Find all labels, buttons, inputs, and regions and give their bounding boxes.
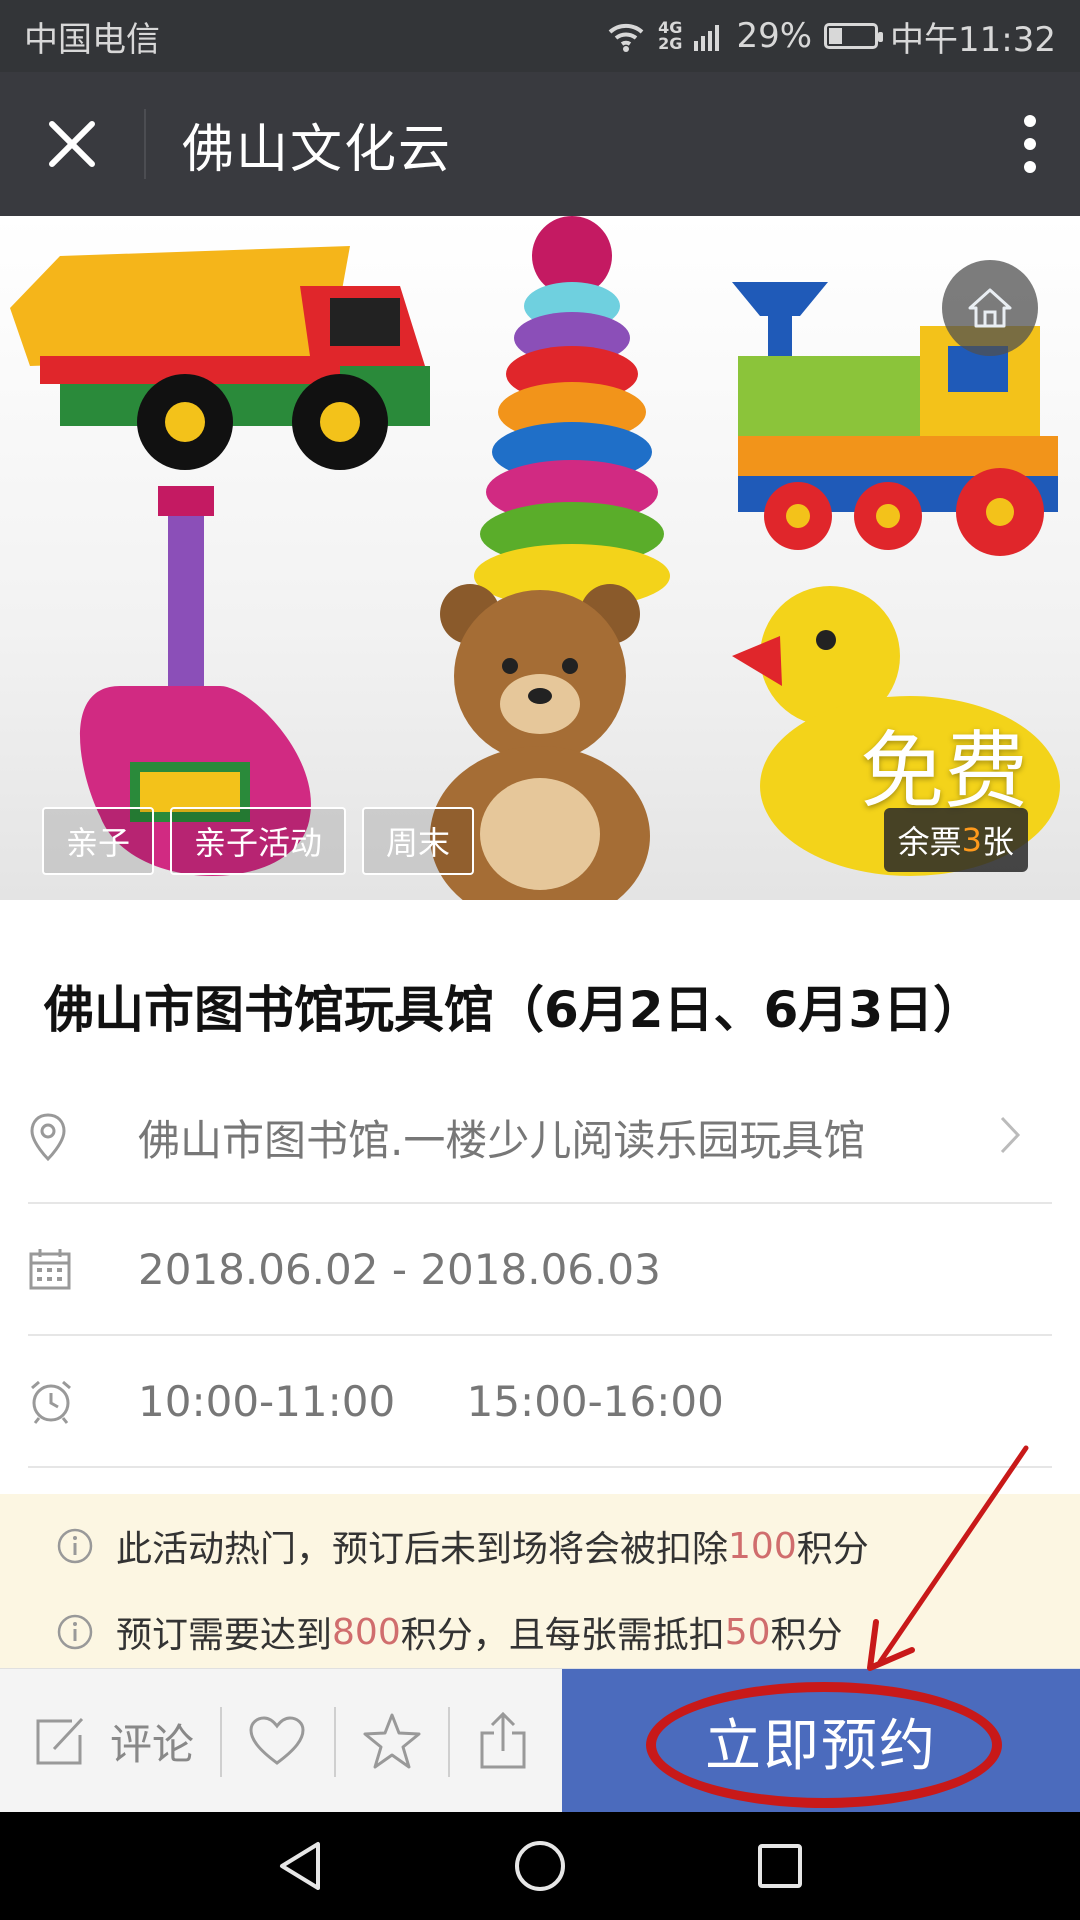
tickets-prefix: 余票 bbox=[897, 823, 962, 861]
notice-panel: 此活动热门，预订后未到场将会被扣除 100 积分 预订需要达到 800 积分，且每张需抵… bbox=[0, 1494, 1080, 1668]
notice-text: 积分 bbox=[796, 1529, 869, 1570]
dump-truck-image bbox=[10, 246, 430, 470]
notice-points: 800 bbox=[332, 1611, 401, 1653]
more-menu-button[interactable] bbox=[980, 72, 1080, 216]
home-circle-icon bbox=[515, 1841, 565, 1891]
star-icon bbox=[363, 1713, 421, 1769]
notice-text: 此活动热门，预订后未到场将会被扣除 bbox=[116, 1529, 729, 1570]
notice-line: 此活动热门，预订后未到场将会被扣除 100 积分 bbox=[56, 1520, 869, 1572]
alarm-clock-icon bbox=[28, 1378, 84, 1424]
notice-text: 积分 bbox=[770, 1615, 843, 1656]
more-vertical-icon bbox=[1024, 115, 1036, 173]
date-range-text: 2018.06.02 - 2018.06.03 bbox=[138, 1244, 661, 1294]
close-button[interactable] bbox=[0, 72, 144, 216]
wifi-icon bbox=[608, 23, 644, 52]
battery-icon bbox=[824, 23, 884, 49]
home-button[interactable] bbox=[942, 260, 1038, 356]
network-type: 4G 2G bbox=[658, 20, 682, 52]
date-row: 2018.06.02 - 2018.06.03 bbox=[28, 1204, 1052, 1336]
event-banner: 亲子 亲子活动 周末 免费 余票 3 张 bbox=[0, 216, 1080, 900]
tag-list: 亲子 亲子活动 周末 bbox=[42, 807, 475, 875]
notice-text: 预订需要达到 bbox=[116, 1615, 333, 1656]
calendar-icon bbox=[28, 1247, 84, 1291]
comment-label: 评论 bbox=[110, 1719, 195, 1769]
network-type-bottom: 2G bbox=[658, 34, 683, 53]
battery-percent: 29% bbox=[736, 16, 813, 56]
heart-icon bbox=[249, 1716, 305, 1765]
notice-points: 100 bbox=[728, 1525, 797, 1567]
favorite-button[interactable] bbox=[362, 1669, 422, 1813]
time-row: 10:00-11:00 15:00-16:00 bbox=[28, 1336, 1052, 1468]
separator bbox=[220, 1707, 222, 1777]
back-triangle-icon bbox=[280, 1842, 320, 1890]
location-text: 佛山市图书馆.一楼少儿阅读乐园玩具馆 bbox=[138, 1115, 866, 1165]
title-bar: 佛山文化云 bbox=[0, 72, 1080, 216]
notice-text: 积分，且每张需抵扣 bbox=[400, 1615, 725, 1656]
tickets-remaining-badge: 余票 3 张 bbox=[883, 808, 1028, 872]
tickets-count: 3 bbox=[961, 821, 982, 859]
back-button[interactable] bbox=[240, 1812, 360, 1920]
recents-square-icon bbox=[758, 1844, 802, 1888]
price-label: 免费 bbox=[859, 722, 1028, 820]
separator bbox=[334, 1707, 336, 1777]
close-icon bbox=[49, 121, 95, 167]
share-button[interactable] bbox=[476, 1669, 530, 1813]
title-divider bbox=[144, 109, 146, 179]
location-row[interactable]: 佛山市图书馆.一楼少儿阅读乐园玩具馆 bbox=[28, 1072, 1052, 1204]
recents-button[interactable] bbox=[720, 1812, 840, 1920]
stacking-rings-image bbox=[474, 216, 670, 608]
status-bar: 中国电信 4G 2G 29% 中午11:32 bbox=[0, 0, 1080, 72]
page-title: 佛山文化云 bbox=[182, 119, 453, 180]
status-icons: 4G 2G 29% 中午11:32 bbox=[606, 12, 1056, 61]
info-icon bbox=[56, 1613, 94, 1651]
carrier-label: 中国电信 bbox=[24, 19, 160, 60]
like-button[interactable] bbox=[248, 1669, 306, 1813]
chevron-right-icon bbox=[998, 1114, 1022, 1160]
tickets-suffix: 张 bbox=[981, 823, 1014, 861]
home-icon bbox=[968, 288, 1012, 328]
info-icon bbox=[56, 1527, 94, 1565]
system-nav-bar bbox=[0, 1812, 1080, 1920]
location-pin-icon bbox=[28, 1112, 84, 1162]
tag-chip[interactable]: 亲子 bbox=[42, 807, 155, 875]
edit-icon bbox=[32, 1713, 88, 1769]
event-title: 佛山市图书馆玩具馆（6月2日、6月3日） bbox=[44, 981, 984, 1039]
share-icon bbox=[480, 1711, 526, 1769]
comment-button[interactable]: 评论 bbox=[32, 1669, 194, 1813]
time-slot: 10:00-11:00 bbox=[138, 1376, 396, 1426]
book-now-button[interactable]: 立即预约 bbox=[562, 1669, 1080, 1813]
separator bbox=[448, 1707, 450, 1777]
notice-points: 50 bbox=[724, 1611, 771, 1653]
bottom-action-bar: 评论 立即预约 bbox=[0, 1668, 1080, 1813]
tag-chip[interactable]: 周末 bbox=[362, 807, 475, 875]
tag-chip[interactable]: 亲子活动 bbox=[170, 807, 347, 875]
time-slot: 15:00-16:00 bbox=[466, 1376, 724, 1426]
notice-line: 预订需要达到 800 积分，且每张需抵扣 50 积分 bbox=[56, 1606, 843, 1658]
time-slots: 10:00-11:00 15:00-16:00 bbox=[138, 1377, 1052, 1426]
signal-icon bbox=[694, 25, 720, 51]
home-nav-button[interactable] bbox=[480, 1812, 600, 1920]
clock: 中午11:32 bbox=[890, 19, 1056, 60]
